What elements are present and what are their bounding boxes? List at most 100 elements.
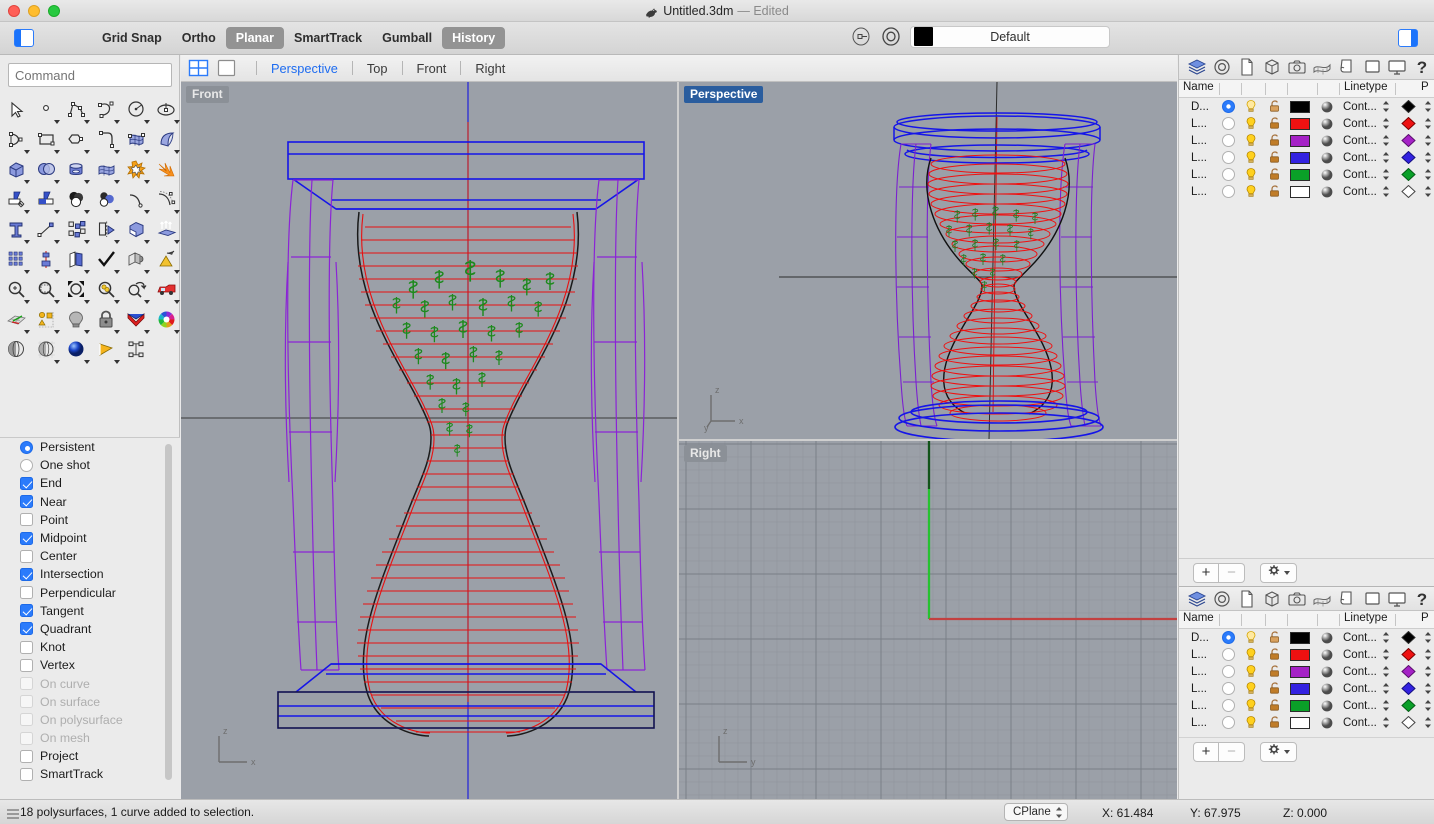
menu-hamburger-icon[interactable] [6,807,20,824]
layer-color-swatch[interactable] [1290,186,1310,198]
flyout-arrow-icon[interactable] [54,210,60,214]
help-icon[interactable]: ? [1409,587,1434,610]
checkbox-icon[interactable] [20,531,33,545]
tool-block[interactable] [122,335,152,365]
print-stepper-icon[interactable] [1424,649,1432,663]
layer-name[interactable]: L... [1191,152,1207,164]
linetype-stepper-icon[interactable] [1382,152,1390,166]
lock-icon[interactable] [1268,99,1282,116]
flyout-arrow-icon[interactable] [144,240,150,244]
lock-icon[interactable] [1268,150,1282,167]
current-layer-radio[interactable] [1222,682,1235,698]
osnap-project[interactable]: Project [0,747,180,765]
layer-color-swatch[interactable] [1290,135,1310,147]
layer-name[interactable]: L... [1191,700,1207,712]
material-sphere-icon[interactable] [1320,185,1334,202]
column-name[interactable]: Name [1183,612,1214,624]
current-layer-radio[interactable] [1222,699,1235,715]
current-layer-radio[interactable] [1222,648,1235,664]
layer-color-swatch[interactable] [1290,101,1310,113]
flyout-arrow-icon[interactable] [114,300,120,304]
document-icon[interactable] [1234,56,1259,79]
print-stepper-icon[interactable] [1424,666,1432,680]
visibility-bulb-icon[interactable] [1244,698,1258,715]
linetype-stepper-icon[interactable] [1382,632,1390,646]
table-row[interactable]: D... Cont... [1179,98,1434,115]
tool-fillet[interactable] [92,125,122,155]
tool-drafting[interactable] [152,245,182,275]
visibility-bulb-icon[interactable] [1244,184,1258,201]
flyout-arrow-icon[interactable] [114,180,120,184]
osnap-scrollbar[interactable] [165,444,172,780]
checkbox-icon[interactable] [20,622,33,636]
flyout-arrow-icon[interactable] [24,270,30,274]
layer-name[interactable]: L... [1191,169,1207,181]
linetype-value[interactable]: Cont... [1343,649,1377,661]
mode-gumball[interactable]: Gumball [372,27,442,49]
flyout-arrow-icon[interactable] [54,120,60,124]
camera-icon[interactable] [1284,56,1309,79]
linetype-value[interactable]: Cont... [1343,683,1377,695]
flyout-arrow-icon[interactable] [84,150,90,154]
linetype-stepper-icon[interactable] [1382,649,1390,663]
layer-color-swatch[interactable] [1290,683,1310,695]
linetype-value[interactable]: Cont... [1343,118,1377,130]
visibility-bulb-icon[interactable] [1244,150,1258,167]
flyout-arrow-icon[interactable] [54,360,60,364]
right-sidebar-toggle-icon[interactable] [1398,29,1418,47]
lock-icon[interactable] [1268,647,1282,664]
tool-grid-array[interactable] [2,245,32,275]
osnap-vertex[interactable]: Vertex [0,656,180,674]
linetype-value[interactable]: Cont... [1343,186,1377,198]
layer-color-swatch[interactable] [1290,717,1310,729]
table-row[interactable]: L... Cont... [1179,115,1434,132]
tool-check[interactable] [92,245,122,275]
current-layer-radio[interactable] [1222,716,1235,732]
tool-render[interactable] [122,305,152,335]
viewport-label-front[interactable]: Front [186,86,229,103]
print-color-diamond[interactable] [1401,99,1416,116]
layer-name[interactable]: D... [1191,632,1209,644]
tool-rectangle[interactable] [32,125,62,155]
tool-mesh[interactable] [92,155,122,185]
flyout-arrow-icon[interactable] [114,120,120,124]
checkbox-icon[interactable] [20,640,33,654]
tool-offset-curve[interactable] [152,185,182,215]
table-row[interactable]: L... Cont... [1179,132,1434,149]
table-row[interactable]: L... Cont... [1179,697,1434,714]
viewport-tab-right[interactable]: Right [473,61,507,76]
table-row[interactable]: L... Cont... [1179,646,1434,663]
viewport-tab-front[interactable]: Front [415,61,449,76]
lock-icon[interactable] [1268,116,1282,133]
checkbox-icon[interactable] [20,604,33,618]
flyout-arrow-icon[interactable] [144,210,150,214]
print-color-diamond[interactable] [1401,150,1416,167]
tool-undo-view[interactable] [122,275,152,305]
current-layer-radio[interactable] [1222,100,1235,116]
osnap-perpendicular[interactable]: Perpendicular [0,584,180,602]
flyout-arrow-icon[interactable] [84,180,90,184]
object-icon[interactable] [1259,56,1284,79]
cplane-selector[interactable]: CPlane [1004,803,1068,821]
flyout-arrow-icon[interactable] [114,150,120,154]
table-row[interactable]: D... Cont... [1179,629,1434,646]
linetype-stepper-icon[interactable] [1382,683,1390,697]
flyout-arrow-icon[interactable] [174,150,180,154]
layer-color-swatch[interactable] [1290,152,1310,164]
flyout-arrow-icon[interactable] [84,210,90,214]
tool-split[interactable] [32,185,62,215]
mode-grid-snap[interactable]: Grid Snap [92,27,172,49]
layer-options-button[interactable] [1260,741,1297,762]
tool-cplane-grid[interactable] [2,305,32,335]
single-view-layout-icon[interactable] [216,59,238,78]
table-row[interactable]: L... Cont... [1179,183,1434,200]
mode-smarttrack[interactable]: SmartTrack [284,27,372,49]
flyout-arrow-icon[interactable] [174,330,180,334]
remove-layer-button[interactable]: − [1219,562,1245,583]
viewport-tab-perspective[interactable]: Perspective [269,61,340,76]
radio-icon[interactable] [20,458,33,472]
linetype-stepper-icon[interactable] [1382,101,1390,115]
viewport-divider-horizontal[interactable] [679,439,1177,441]
object-icon[interactable] [1259,587,1284,610]
flyout-arrow-icon[interactable] [174,270,180,274]
